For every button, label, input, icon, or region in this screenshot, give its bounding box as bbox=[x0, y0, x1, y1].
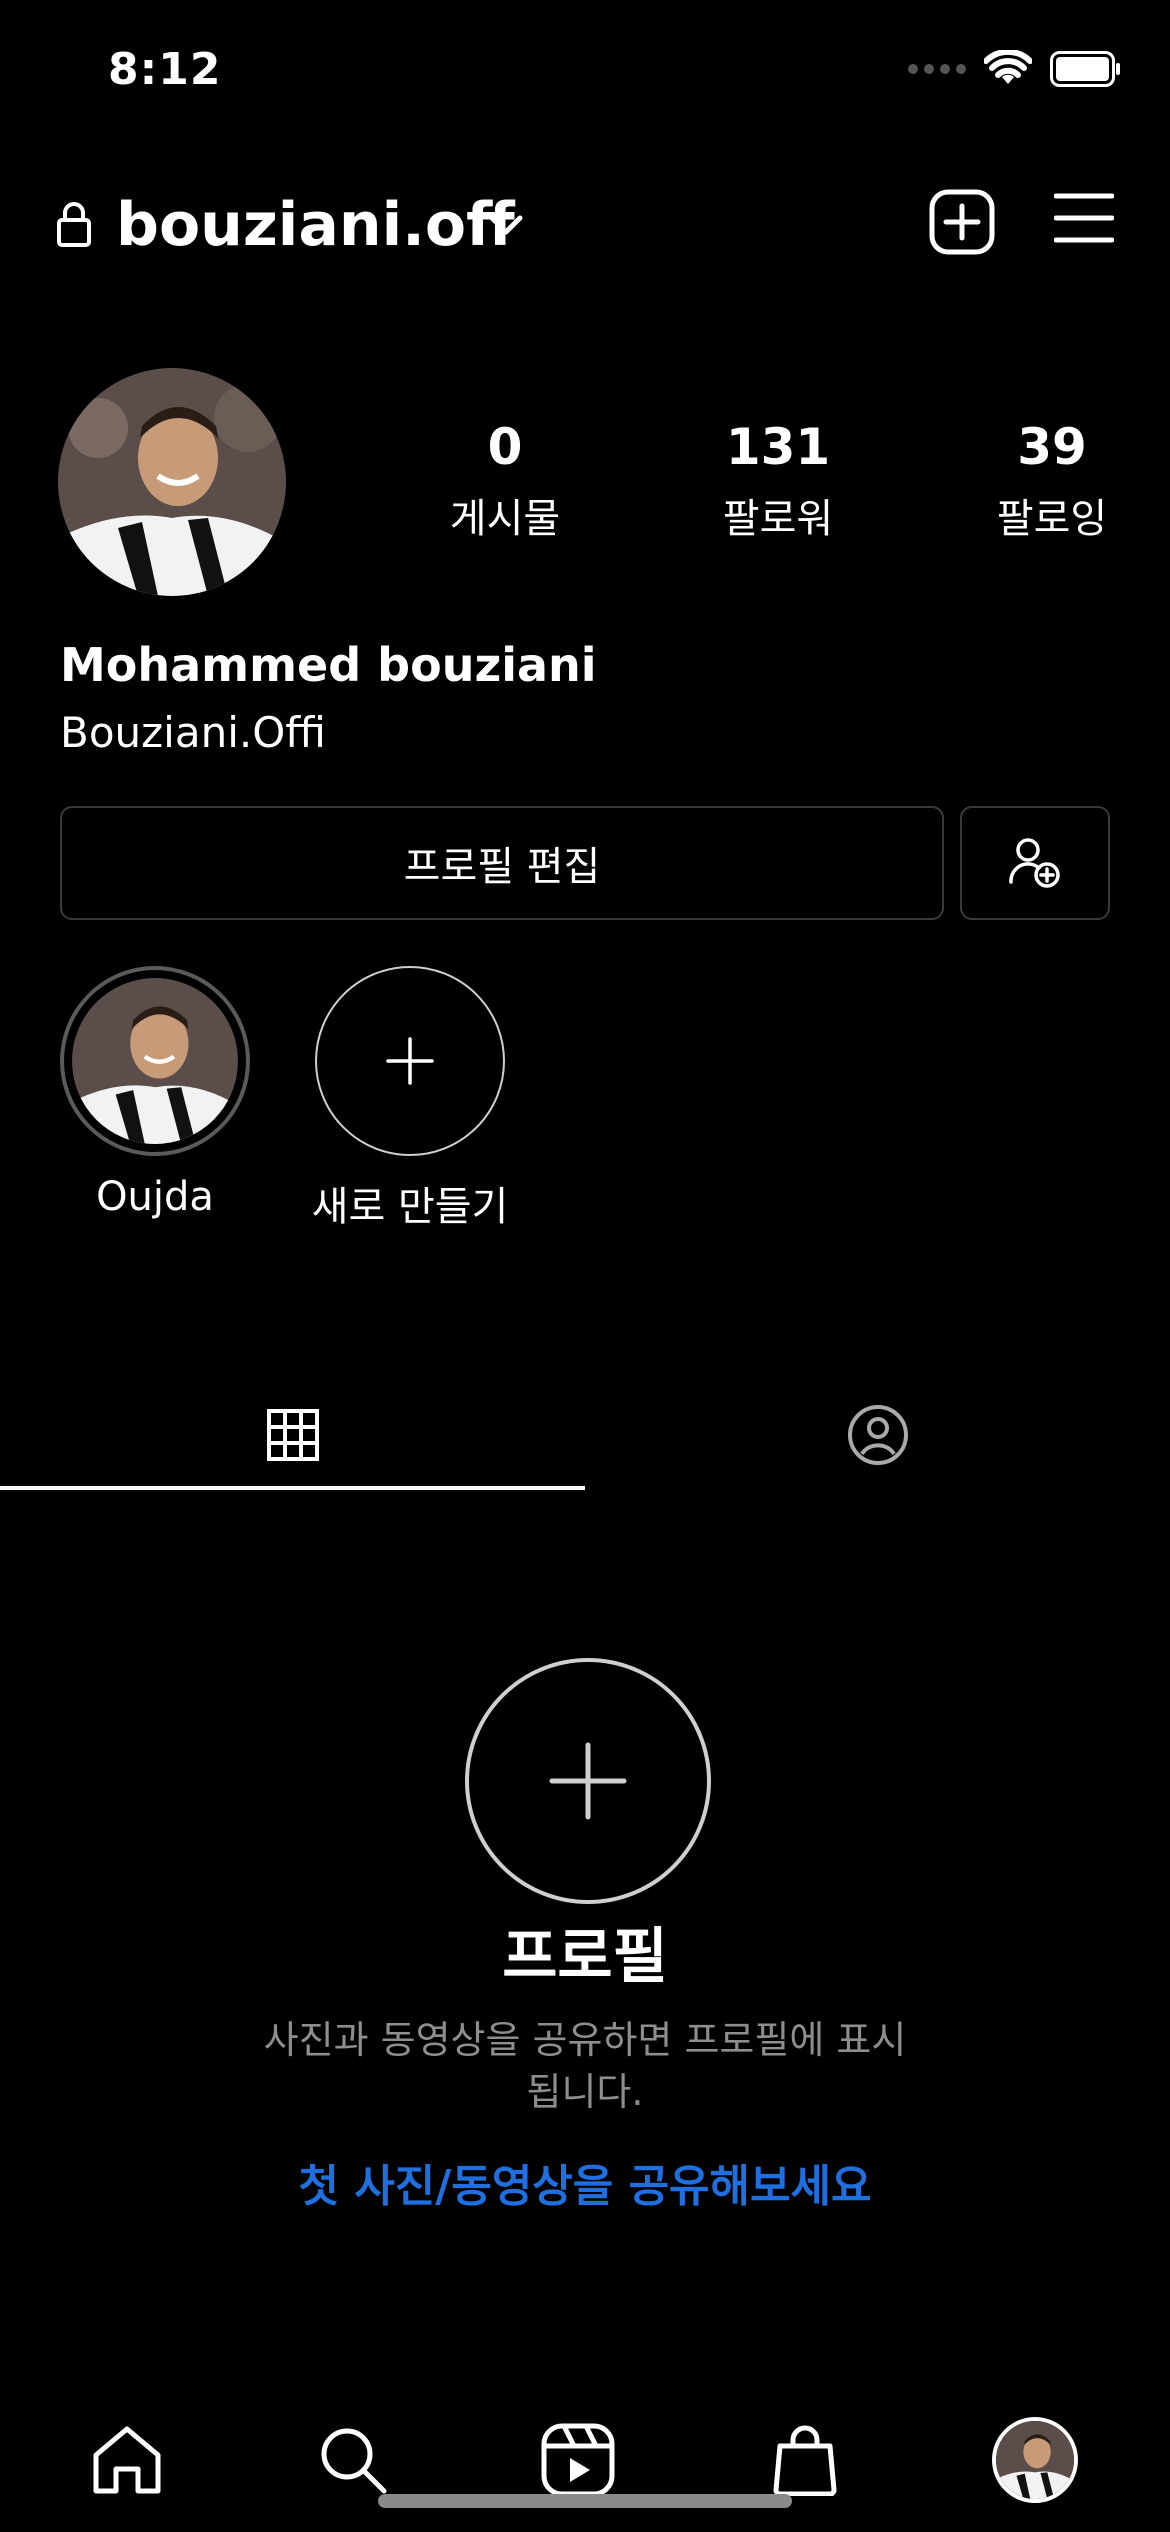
reels-icon bbox=[541, 2423, 615, 2497]
home-indicator bbox=[378, 2494, 792, 2508]
signal-icon bbox=[908, 64, 966, 74]
plus-icon bbox=[386, 1037, 434, 1085]
stat-followers-label: 팔로워 bbox=[722, 496, 834, 542]
stat-followers-count: 131 bbox=[725, 418, 831, 476]
battery-icon bbox=[1050, 51, 1120, 87]
empty-state-title: 프로필 bbox=[502, 1922, 668, 1992]
avatar-image bbox=[58, 368, 286, 596]
wifi-icon bbox=[984, 50, 1032, 84]
status-icons bbox=[908, 50, 1122, 88]
chevron-down-icon[interactable] bbox=[486, 210, 526, 240]
tab-tagged[interactable] bbox=[585, 1380, 1170, 1490]
tab-posts-grid[interactable] bbox=[0, 1380, 585, 1490]
profile-header: bouziani.off bbox=[56, 180, 1114, 270]
new-highlight-ring bbox=[315, 966, 505, 1156]
grid-icon bbox=[266, 1409, 319, 1461]
profile-handle: Bouziani.Offi bbox=[60, 708, 326, 757]
stat-following-label: 팔로잉 bbox=[996, 496, 1108, 542]
display-name: Mohammed bouziani bbox=[60, 638, 597, 692]
create-first-post-button[interactable] bbox=[465, 1658, 711, 1904]
menu-icon[interactable] bbox=[1054, 188, 1114, 248]
highlight-label: Oujda bbox=[96, 1174, 214, 1220]
search-icon bbox=[321, 2428, 387, 2494]
stat-posts-count: 0 bbox=[487, 418, 523, 476]
plus-icon bbox=[549, 1742, 627, 1820]
tagged-icon bbox=[847, 1405, 908, 1465]
home-icon bbox=[93, 2426, 161, 2494]
highlight-label: 새로 만들기 bbox=[311, 1184, 509, 1230]
profile-avatar[interactable] bbox=[58, 368, 286, 596]
highlight-ring bbox=[60, 966, 250, 1156]
shop-icon bbox=[773, 2425, 837, 2496]
stat-followers[interactable]: 131 팔로워 bbox=[678, 418, 878, 544]
highlight-new[interactable]: 새로 만들기 bbox=[310, 966, 510, 1232]
account-username[interactable]: bouziani.off bbox=[116, 190, 515, 260]
highlight-oujda[interactable]: Oujda bbox=[55, 966, 255, 1220]
stat-posts[interactable]: 0 게시물 bbox=[405, 418, 605, 544]
edit-profile-button[interactable]: 프로필 편집 bbox=[60, 806, 944, 920]
stat-following-count: 39 bbox=[1017, 418, 1087, 476]
header-actions bbox=[928, 188, 1114, 256]
add-person-icon bbox=[1009, 838, 1060, 888]
share-first-photo-link[interactable]: 첫 사진/동영상을 공유해보세요 bbox=[0, 2150, 1170, 2214]
stat-posts-label: 게시물 bbox=[449, 496, 561, 542]
nav-profile-avatar bbox=[992, 2417, 1078, 2503]
status-time: 8:12 bbox=[108, 44, 222, 95]
create-post-icon[interactable] bbox=[928, 188, 996, 256]
highlight-cover bbox=[72, 978, 238, 1144]
highlight-cover-image bbox=[72, 978, 238, 1144]
active-tab-indicator bbox=[0, 1486, 585, 1490]
stat-following[interactable]: 39 팔로잉 bbox=[952, 418, 1152, 544]
nav-profile[interactable] bbox=[985, 2410, 1085, 2510]
nav-home[interactable] bbox=[77, 2410, 177, 2510]
empty-state-description: 사진과 동영상을 공유하면 프로필에 표시됩니다. bbox=[263, 2018, 907, 2114]
discover-people-button[interactable] bbox=[960, 806, 1110, 920]
lock-icon bbox=[57, 202, 91, 247]
nav-avatar-image bbox=[996, 2421, 1074, 2499]
